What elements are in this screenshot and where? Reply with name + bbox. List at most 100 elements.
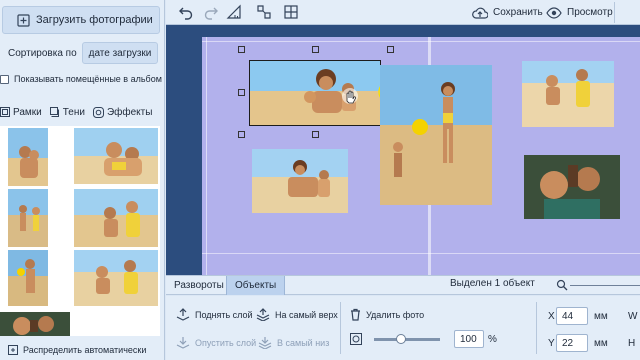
send-to-back-label: В самый низ bbox=[277, 337, 330, 348]
album-photo[interactable] bbox=[522, 61, 614, 127]
album-photo[interactable] bbox=[524, 155, 620, 219]
resize-handle[interactable] bbox=[312, 131, 319, 138]
resize-handle[interactable] bbox=[312, 46, 319, 53]
y-label: Y bbox=[548, 338, 555, 349]
props-divider bbox=[536, 302, 537, 354]
shadows-label: Тени bbox=[62, 106, 85, 118]
tab-objects-label: Объекты bbox=[235, 280, 277, 291]
cloud-upload-icon bbox=[472, 7, 488, 19]
sort-select[interactable]: дате загрузки bbox=[82, 42, 158, 64]
shadows-button[interactable]: Тени bbox=[49, 106, 85, 118]
layer-top-icon bbox=[256, 308, 270, 321]
x-label: X bbox=[548, 311, 555, 322]
y-input[interactable]: 22 bbox=[556, 334, 588, 352]
tab-spreads[interactable]: Развороты bbox=[166, 276, 232, 295]
opacity-input[interactable]: 100 bbox=[454, 330, 484, 348]
opacity-unit: % bbox=[488, 334, 497, 345]
redo-icon[interactable] bbox=[203, 4, 219, 20]
resize-handle[interactable] bbox=[238, 131, 245, 138]
album-photo[interactable] bbox=[428, 65, 492, 205]
y-unit: мм bbox=[594, 338, 608, 349]
photo-thumbnail[interactable] bbox=[74, 250, 158, 306]
object-properties-panel: Поднять слой На самый верх Опустить слой… bbox=[166, 296, 640, 360]
undo-icon[interactable] bbox=[178, 4, 194, 20]
send-to-back-button[interactable]: В самый низ bbox=[258, 336, 329, 349]
toolbar-divider bbox=[614, 2, 615, 23]
props-divider bbox=[340, 302, 341, 354]
auto-distribute-button[interactable]: Распределить автоматически bbox=[0, 340, 146, 360]
tab-objects[interactable]: Объекты bbox=[226, 276, 286, 295]
layer-bottom-icon bbox=[258, 337, 272, 349]
margin-guide bbox=[202, 253, 640, 254]
photo-thumbnail[interactable] bbox=[8, 128, 48, 186]
w-label: W bbox=[628, 311, 638, 322]
layer-up-icon bbox=[176, 308, 190, 321]
photo-thumbnail[interactable] bbox=[8, 189, 48, 247]
delete-photo-label: Удалить фото bbox=[366, 309, 425, 320]
h-label: H bbox=[628, 338, 636, 349]
show-placed-label: Показывать помещённые в альбом bbox=[14, 74, 162, 84]
album-photo[interactable] bbox=[252, 149, 348, 213]
tab-spreads-label: Развороты bbox=[174, 280, 224, 291]
grid-icon[interactable] bbox=[283, 4, 299, 20]
sort-label: Сортировка по bbox=[8, 47, 77, 59]
sort-value: дате загрузки bbox=[88, 47, 152, 59]
delete-photo-button[interactable]: Удалить фото bbox=[350, 308, 424, 321]
upload-photos-button[interactable]: Загрузить фотографии bbox=[2, 6, 160, 34]
opacity-slider-knob[interactable] bbox=[396, 334, 406, 344]
top-toolbar: Сохранить Просмотр bbox=[166, 0, 640, 25]
effects-button[interactable]: Эффекты bbox=[92, 106, 153, 118]
photo-library-panel: Загрузить фотографии Сортировка по дате … bbox=[0, 0, 165, 360]
resize-handle[interactable] bbox=[238, 46, 245, 53]
hand-cursor-icon bbox=[342, 88, 358, 104]
save-label: Сохранить bbox=[493, 7, 543, 18]
save-button[interactable]: Сохранить bbox=[472, 3, 543, 22]
margin-guide bbox=[202, 41, 640, 42]
x-input[interactable]: 44 bbox=[556, 307, 588, 325]
photo-thumbnail[interactable] bbox=[74, 128, 158, 184]
effects-label: Эффекты bbox=[106, 106, 153, 118]
effects-row: Рамки Тени Эффекты bbox=[0, 102, 165, 122]
bring-up-button[interactable]: Поднять слой bbox=[176, 308, 253, 321]
eye-icon bbox=[546, 6, 562, 19]
zoom-slider[interactable] bbox=[540, 276, 640, 294]
show-placed-checkbox-row[interactable]: Показывать помещённые в альбом bbox=[0, 70, 162, 88]
opacity-value: 100 bbox=[460, 333, 477, 345]
margin-guide bbox=[206, 37, 207, 275]
bring-to-front-button[interactable]: На самый верх bbox=[256, 308, 338, 321]
resize-handle[interactable] bbox=[238, 89, 245, 96]
auto-distribute-icon bbox=[8, 345, 18, 355]
show-placed-checkbox[interactable] bbox=[0, 74, 9, 84]
grid-snap-icon[interactable] bbox=[256, 4, 272, 20]
zoom-track[interactable] bbox=[570, 285, 640, 286]
add-photo-icon bbox=[17, 13, 30, 27]
lower-layer-label: Опустить слой bbox=[195, 337, 257, 348]
photo-thumbnail[interactable] bbox=[8, 250, 48, 306]
lower-layer-button[interactable]: Опустить слой bbox=[176, 336, 256, 349]
bring-up-label: Поднять слой bbox=[195, 309, 253, 320]
trash-icon bbox=[351, 308, 360, 321]
layer-down-icon bbox=[176, 337, 190, 349]
magnifier-icon bbox=[556, 279, 568, 291]
photo-thumbnail[interactable] bbox=[74, 189, 158, 247]
frames-label: Рамки bbox=[13, 106, 42, 118]
x-value: 44 bbox=[562, 310, 574, 322]
album-canvas[interactable] bbox=[166, 25, 640, 275]
album-photo-selected[interactable] bbox=[249, 60, 381, 126]
selection-status: Выделен 1 объект bbox=[450, 278, 535, 289]
photo-thumbnail[interactable] bbox=[0, 312, 70, 336]
album-spread[interactable] bbox=[202, 37, 640, 275]
preview-button[interactable]: Просмотр bbox=[546, 3, 613, 22]
opacity-icon bbox=[350, 333, 362, 345]
ruler-icon[interactable] bbox=[226, 4, 242, 20]
upload-photos-label: Загрузить фотографии bbox=[36, 14, 153, 26]
frames-button[interactable]: Рамки bbox=[0, 107, 42, 118]
album-photo[interactable] bbox=[380, 65, 428, 205]
effects-icon bbox=[92, 106, 104, 118]
photo-thumbnail-list bbox=[0, 126, 160, 336]
y-value: 22 bbox=[562, 337, 574, 349]
sort-row: Сортировка по дате загрузки bbox=[0, 40, 165, 66]
auto-distribute-label: Распределить автоматически bbox=[23, 345, 147, 355]
opacity-slider[interactable] bbox=[374, 338, 440, 341]
resize-handle[interactable] bbox=[387, 46, 394, 53]
